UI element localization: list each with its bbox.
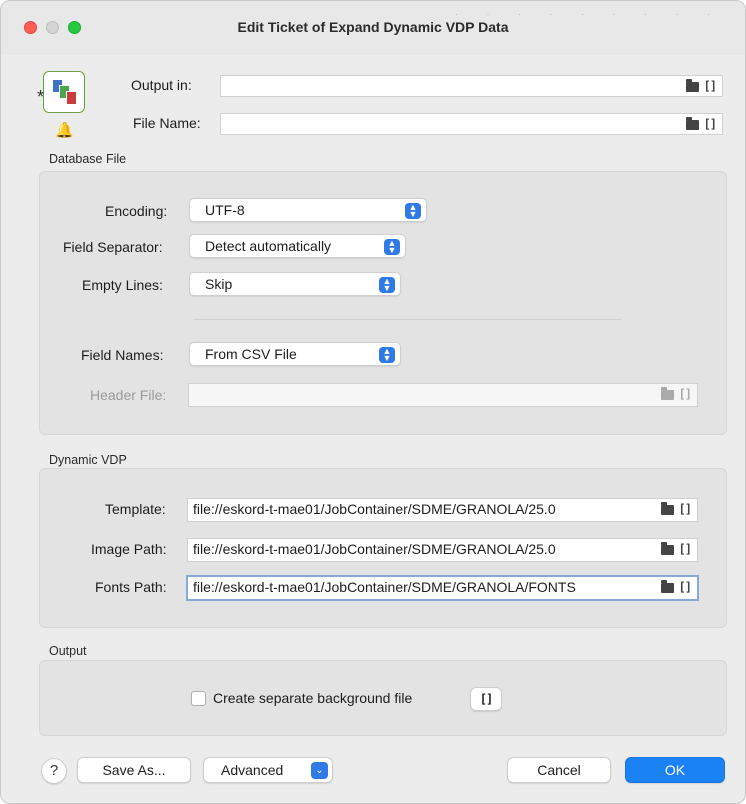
advanced-label: Advanced [221,762,284,778]
template-label: Template: [105,501,166,517]
folder-icon[interactable] [685,79,699,92]
bell-icon[interactable]: 🔔 [55,121,74,139]
asterisk-icon: * [37,87,45,107]
cancel-button[interactable]: Cancel [507,757,611,783]
brackets-icon[interactable]: [] [704,79,717,93]
encoding-select[interactable]: UTF-8 ▲ ▼ [189,198,427,222]
field-names-value: From CSV File [205,346,297,362]
file-name-label: File Name: [133,115,201,131]
folder-icon[interactable] [660,580,674,593]
fonts-path-field[interactable]: file://eskord-t-mae01/JobContainer/SDME/… [186,575,699,601]
fonts-path-label: Fonts Path: [95,579,167,595]
updown-chevron-icon: ▲ ▼ [379,277,395,293]
background-variable-button[interactable]: [] [470,687,502,711]
encoding-label: Encoding: [105,203,168,219]
database-file-section-title: Database File [49,152,127,166]
window-title: Edit Ticket of Expand Dynamic VDP Data [237,19,509,35]
header-file-label: Header File: [90,387,167,403]
ok-button[interactable]: OK [625,757,725,783]
brackets-icon: [] [678,387,692,401]
section-divider [193,319,621,320]
field-separator-select[interactable]: Detect automatically ▲ ▼ [189,234,406,258]
ticket-app-icon: * [37,71,85,113]
encoding-value: UTF-8 [205,202,245,218]
chevron-down-icon: ⌄ [311,762,328,779]
field-separator-label: Field Separator: [63,239,163,255]
output-in-label: Output in: [131,77,192,93]
separate-background-label[interactable]: Create separate background file [213,690,412,706]
header-file-field: [] [188,383,698,407]
updown-chevron-icon: ▲ ▼ [379,347,395,363]
image-path-field[interactable]: file://eskord-t-mae01/JobContainer/SDME/… [187,538,698,562]
file-name-field[interactable]: [] [220,113,723,135]
brackets-icon[interactable]: [] [679,502,692,516]
folder-icon[interactable] [660,542,674,555]
empty-lines-select[interactable]: Skip ▲ ▼ [189,272,401,296]
updown-chevron-icon: ▲ ▼ [384,239,400,255]
output-in-field[interactable]: [] [220,75,723,97]
folder-icon [660,387,674,400]
separate-background-checkbox[interactable] [191,691,206,706]
image-path-value: file://eskord-t-mae01/JobContainer/SDME/… [193,541,556,557]
image-path-label: Image Path: [91,541,167,557]
fonts-path-value: file://eskord-t-mae01/JobContainer/SDME/… [193,579,576,595]
updown-chevron-icon: ▲ ▼ [405,203,421,219]
help-button[interactable]: ? [41,758,67,784]
folder-icon[interactable] [660,502,674,515]
brackets-icon[interactable]: [] [704,117,717,131]
brackets-icon: [] [479,692,493,706]
title-decoration: · · · · · · · · · [455,9,723,19]
edit-ticket-window: Edit Ticket of Expand Dynamic VDP Data ·… [0,0,746,804]
field-names-label: Field Names: [81,347,164,363]
brackets-icon[interactable]: [] [679,580,692,594]
save-as-button[interactable]: Save As... [77,757,191,783]
empty-lines-label: Empty Lines: [82,277,163,293]
empty-lines-value: Skip [205,276,233,292]
advanced-button[interactable]: Advanced ⌄ [203,757,333,783]
field-names-select[interactable]: From CSV File ▲ ▼ [189,342,401,366]
template-value: file://eskord-t-mae01/JobContainer/SDME/… [193,501,556,517]
brackets-icon[interactable]: [] [679,542,692,556]
folder-icon[interactable] [685,117,699,130]
template-field[interactable]: file://eskord-t-mae01/JobContainer/SDME/… [187,498,698,522]
field-separator-value: Detect automatically [205,238,332,254]
title-bar: Edit Ticket of Expand Dynamic VDP Data ·… [1,1,745,55]
dynamic-vdp-section-title: Dynamic VDP [49,453,127,467]
output-section-title: Output [49,644,87,658]
